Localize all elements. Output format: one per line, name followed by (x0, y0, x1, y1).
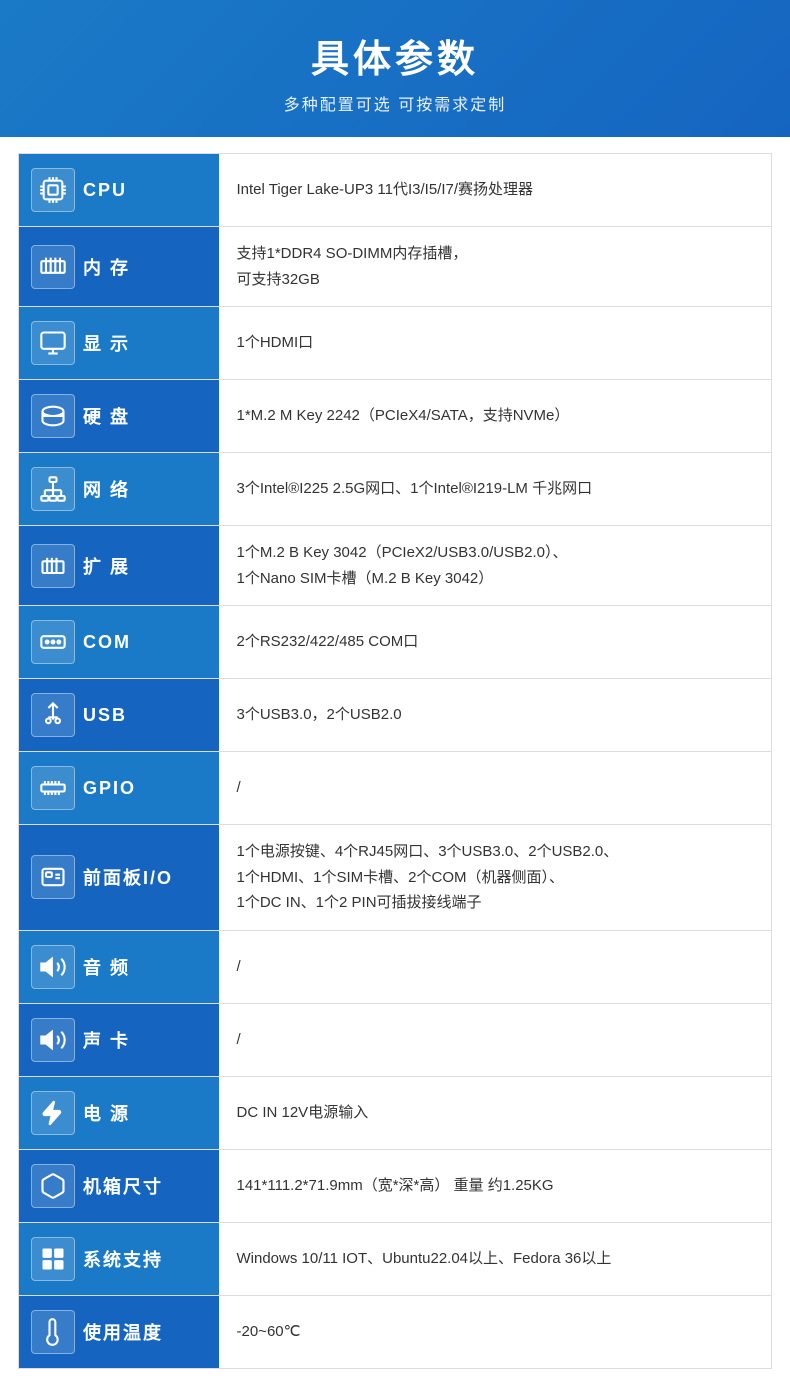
os-icon (31, 1237, 75, 1281)
memory-value: 支持1*DDR4 SO-DIMM内存插槽，可支持32GB (219, 227, 772, 307)
network-icon (31, 467, 75, 511)
display-icon (31, 321, 75, 365)
os-value: Windows 10/11 IOT、Ubuntu22.04以上、Fedora 3… (219, 1222, 772, 1295)
com-label: COM (83, 632, 131, 653)
label-cell-soundcard: 声 卡 (19, 1003, 219, 1076)
audio-icon (31, 945, 75, 989)
usb-icon (31, 693, 75, 737)
chassis-label: 机箱尺寸 (83, 1173, 163, 1199)
table-row: 电 源 DC IN 12V电源输入 (19, 1076, 772, 1149)
label-cell-audio: 音 频 (19, 930, 219, 1003)
header: 具体参数 多种配置可选 可按需求定制 (0, 0, 790, 137)
storage-icon (31, 394, 75, 438)
label-cell-os: 系统支持 (19, 1222, 219, 1295)
storage-label: 硬 盘 (83, 403, 130, 429)
header-subtitle: 多种配置可选 可按需求定制 (20, 91, 770, 115)
table-row: 硬 盘 1*M.2 M Key 2242（PCIeX4/SATA，支持NVMe） (19, 380, 772, 453)
temp-value: -20~60℃ (219, 1295, 772, 1368)
table-row: 系统支持 Windows 10/11 IOT、Ubuntu22.04以上、Fed… (19, 1222, 772, 1295)
frontpanel-value: 1个电源按键、4个RJ45网口、3个USB3.0、2个USB2.0、1个HDMI… (219, 825, 772, 931)
storage-value: 1*M.2 M Key 2242（PCIeX4/SATA，支持NVMe） (219, 380, 772, 453)
power-value: DC IN 12V电源输入 (219, 1076, 772, 1149)
network-value: 3个Intel®I225 2.5G网口、1个Intel®I219-LM 千兆网口 (219, 453, 772, 526)
label-cell-gpio: GPIO (19, 752, 219, 825)
label-cell-display: 显 示 (19, 307, 219, 380)
table-row: 内 存 支持1*DDR4 SO-DIMM内存插槽，可支持32GB (19, 227, 772, 307)
label-cell-frontpanel: 前面板I/O (19, 825, 219, 931)
table-row: USB 3个USB3.0，2个USB2.0 (19, 679, 772, 752)
memory-icon (31, 245, 75, 289)
expansion-label: 扩 展 (83, 553, 130, 579)
label-cell-expansion: 扩 展 (19, 526, 219, 606)
power-icon (31, 1091, 75, 1135)
table-row: CPU Intel Tiger Lake-UP3 11代I3/I5/I7/赛扬处… (19, 154, 772, 227)
table-row: 机箱尺寸 141*111.2*71.9mm（宽*深*高） 重量 约1.25KG (19, 1149, 772, 1222)
table-row: 使用温度 -20~60℃ (19, 1295, 772, 1368)
network-label: 网 络 (83, 476, 130, 502)
header-title: 具体参数 (20, 28, 770, 83)
table-row: 扩 展 1个M.2 B Key 3042（PCIeX2/USB3.0/USB2.… (19, 526, 772, 606)
display-value: 1个HDMI口 (219, 307, 772, 380)
expansion-value: 1个M.2 B Key 3042（PCIeX2/USB3.0/USB2.0）、1… (219, 526, 772, 606)
expansion-icon (31, 544, 75, 588)
com-value: 2个RS232/422/485 COM口 (219, 606, 772, 679)
audio-value: / (219, 930, 772, 1003)
cpu-icon (31, 168, 75, 212)
gpio-icon (31, 766, 75, 810)
label-cell-cpu: CPU (19, 154, 219, 227)
temp-icon (31, 1310, 75, 1354)
label-cell-network: 网 络 (19, 453, 219, 526)
soundcard-value: / (219, 1003, 772, 1076)
frontpanel-icon (31, 855, 75, 899)
soundcard-label: 声 卡 (83, 1027, 130, 1053)
display-label: 显 示 (83, 330, 130, 356)
usb-label: USB (83, 705, 127, 726)
label-cell-power: 电 源 (19, 1076, 219, 1149)
soundcard-icon (31, 1018, 75, 1062)
label-cell-com: COM (19, 606, 219, 679)
label-cell-chassis: 机箱尺寸 (19, 1149, 219, 1222)
label-cell-memory: 内 存 (19, 227, 219, 307)
table-row: GPIO / (19, 752, 772, 825)
table-row: 网 络 3个Intel®I225 2.5G网口、1个Intel®I219-LM … (19, 453, 772, 526)
power-label: 电 源 (83, 1100, 130, 1126)
os-label: 系统支持 (83, 1246, 163, 1272)
memory-label: 内 存 (83, 254, 130, 280)
cpu-label: CPU (83, 180, 127, 201)
table-row: 显 示 1个HDMI口 (19, 307, 772, 380)
spec-table: CPU Intel Tiger Lake-UP3 11代I3/I5/I7/赛扬处… (18, 153, 772, 1369)
table-row: 声 卡 / (19, 1003, 772, 1076)
usb-value: 3个USB3.0，2个USB2.0 (219, 679, 772, 752)
gpio-value: / (219, 752, 772, 825)
temp-label: 使用温度 (83, 1319, 163, 1345)
spec-content: CPU Intel Tiger Lake-UP3 11代I3/I5/I7/赛扬处… (0, 137, 790, 1385)
label-cell-storage: 硬 盘 (19, 380, 219, 453)
label-cell-usb: USB (19, 679, 219, 752)
gpio-label: GPIO (83, 778, 136, 799)
table-row: COM 2个RS232/422/485 COM口 (19, 606, 772, 679)
table-row: 前面板I/O 1个电源按键、4个RJ45网口、3个USB3.0、2个USB2.0… (19, 825, 772, 931)
frontpanel-label: 前面板I/O (83, 864, 173, 890)
audio-label: 音 频 (83, 954, 130, 980)
com-icon (31, 620, 75, 664)
label-cell-temp: 使用温度 (19, 1295, 219, 1368)
table-row: 音 频 / (19, 930, 772, 1003)
chassis-icon (31, 1164, 75, 1208)
chassis-value: 141*111.2*71.9mm（宽*深*高） 重量 约1.25KG (219, 1149, 772, 1222)
cpu-value: Intel Tiger Lake-UP3 11代I3/I5/I7/赛扬处理器 (219, 154, 772, 227)
